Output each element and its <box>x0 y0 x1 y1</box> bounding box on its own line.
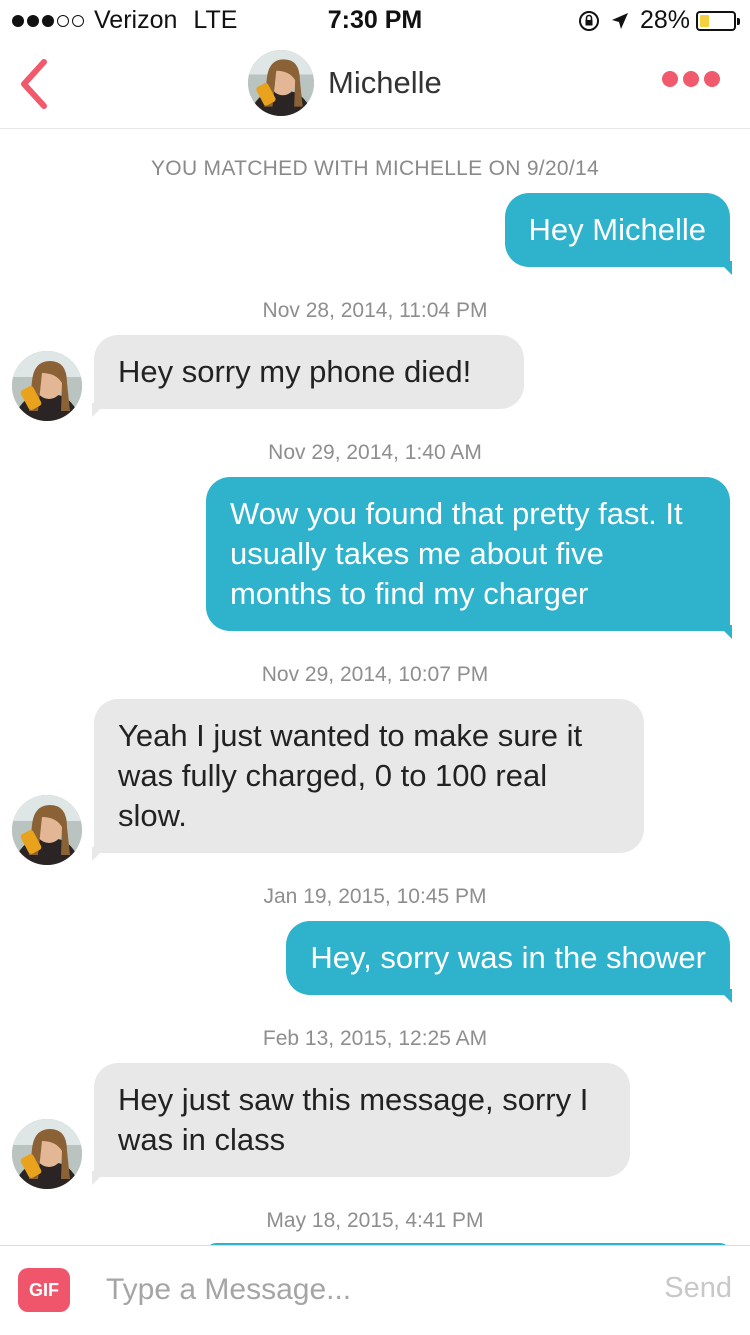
message-timestamp: Nov 29, 2014, 10:07 PM <box>261 663 489 686</box>
gif-button[interactable]: GIF <box>18 1268 70 1312</box>
incoming-message[interactable]: Yeah I just wanted to make sure it was f… <box>92 699 644 861</box>
sender-avatar[interactable] <box>12 795 82 865</box>
outgoing-message[interactable]: Hey, sorry was in the shower <box>286 921 732 1003</box>
message-timestamp: May 18, 2015, 4:41 PM <box>266 1209 484 1232</box>
contact-header[interactable]: Michelle <box>248 50 442 116</box>
back-button[interactable] <box>14 56 54 112</box>
sender-avatar[interactable] <box>12 1119 82 1189</box>
incoming-message[interactable]: Hey sorry my phone died! <box>92 335 524 417</box>
message-thread[interactable]: YOU MATCHED WITH MICHELLE ON 9/20/14 Hey… <box>0 129 750 1245</box>
outgoing-message[interactable]: Wow you found that pretty fast. It usual… <box>206 477 732 639</box>
match-notice: YOU MATCHED WITH MICHELLE ON 9/20/14 <box>151 157 599 180</box>
status-bar: Verizon LTE 7:30 PM 28% <box>0 0 750 40</box>
message-timestamp: Jan 19, 2015, 10:45 PM <box>263 885 487 908</box>
location-arrow-icon <box>611 12 628 29</box>
message-timestamp: Nov 28, 2014, 11:04 PM <box>262 299 488 322</box>
battery-percent: 28% <box>639 6 690 34</box>
contact-avatar[interactable] <box>248 50 314 116</box>
message-timestamp: Feb 13, 2015, 12:25 AM <box>262 1027 488 1050</box>
chat-header: Michelle <box>0 40 750 129</box>
send-button[interactable]: Send <box>664 1272 732 1305</box>
more-dots-icon[interactable] <box>662 71 720 87</box>
message-composer: GIF Send <box>0 1245 750 1335</box>
chevron-left-icon <box>21 59 47 109</box>
rotation-lock-icon <box>578 10 599 31</box>
message-input[interactable] <box>96 1264 636 1316</box>
sender-avatar[interactable] <box>12 351 82 421</box>
battery-icon <box>696 10 740 31</box>
contact-name: Michelle <box>328 65 442 100</box>
incoming-message[interactable]: Hey just saw this message, sorry I was i… <box>92 1063 630 1185</box>
status-right: 28% <box>578 6 740 35</box>
outgoing-message[interactable]: Hey Michelle <box>504 193 733 275</box>
message-timestamp: Nov 29, 2014, 1:40 AM <box>268 441 482 464</box>
